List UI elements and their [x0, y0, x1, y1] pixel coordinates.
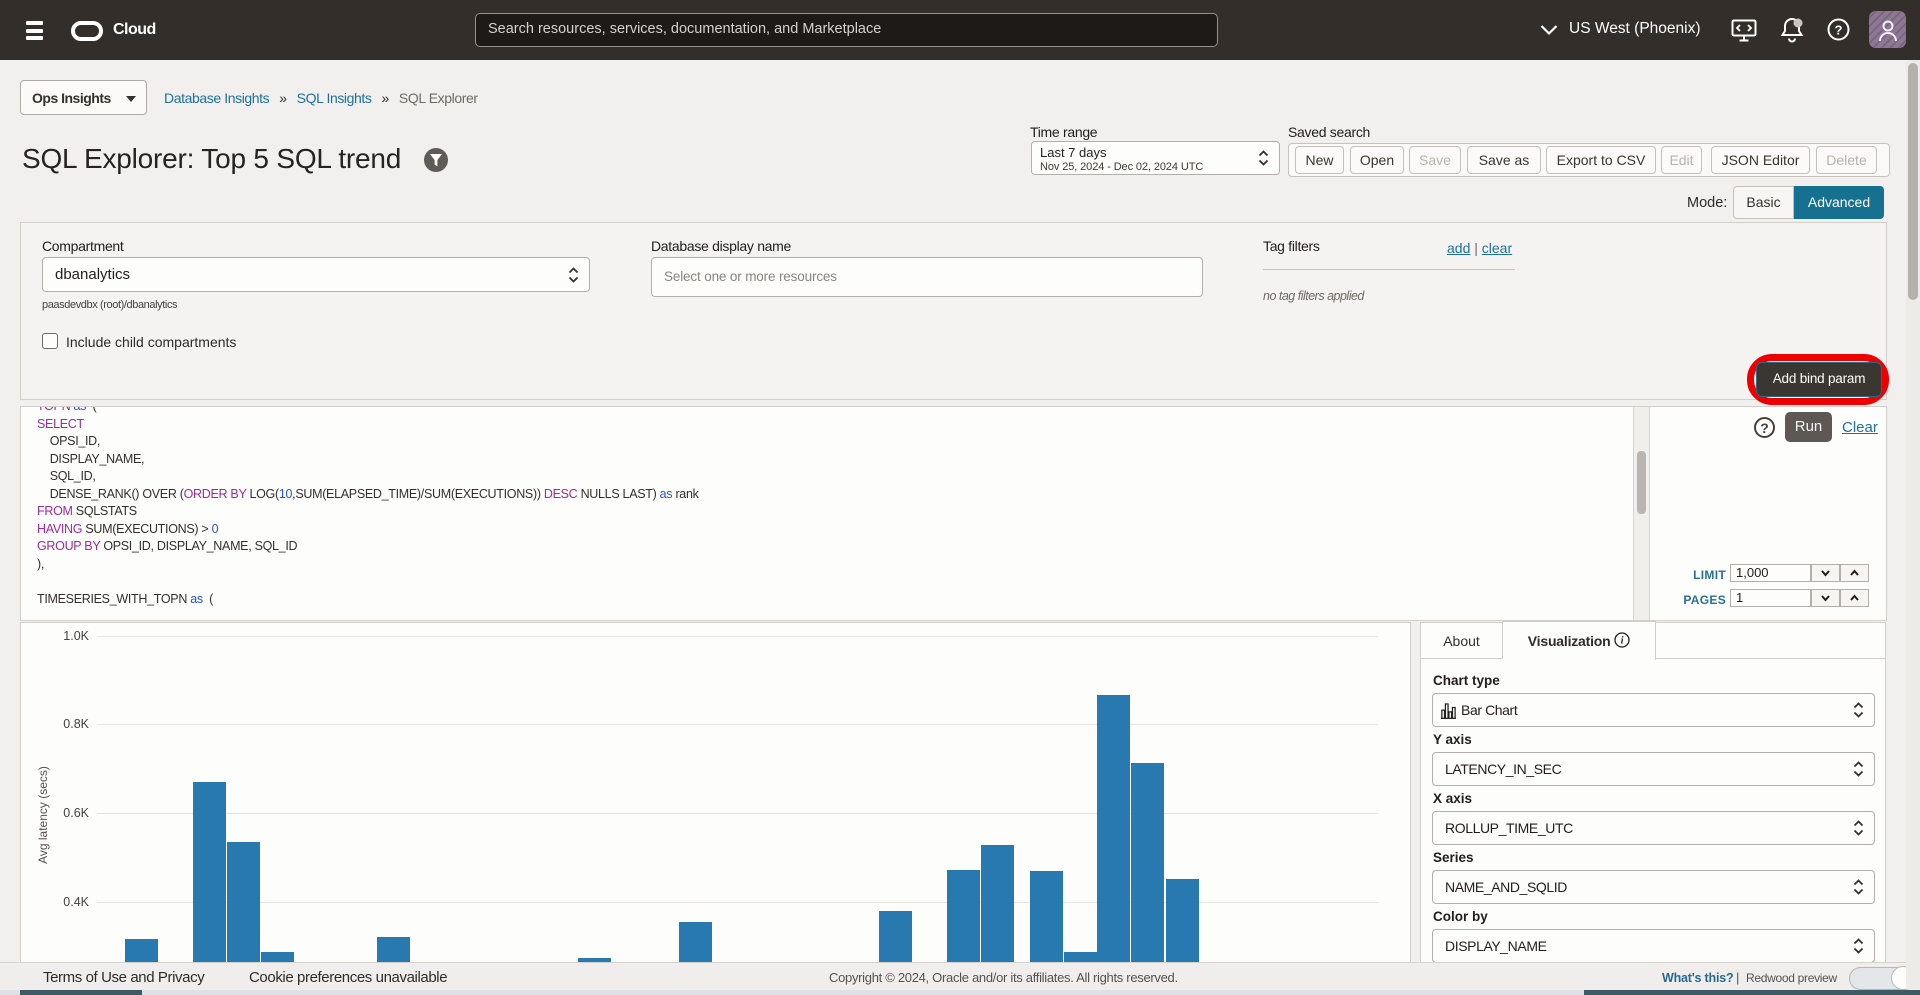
svg-text:?: ?	[1835, 23, 1843, 38]
svg-text:i: i	[1621, 636, 1624, 647]
